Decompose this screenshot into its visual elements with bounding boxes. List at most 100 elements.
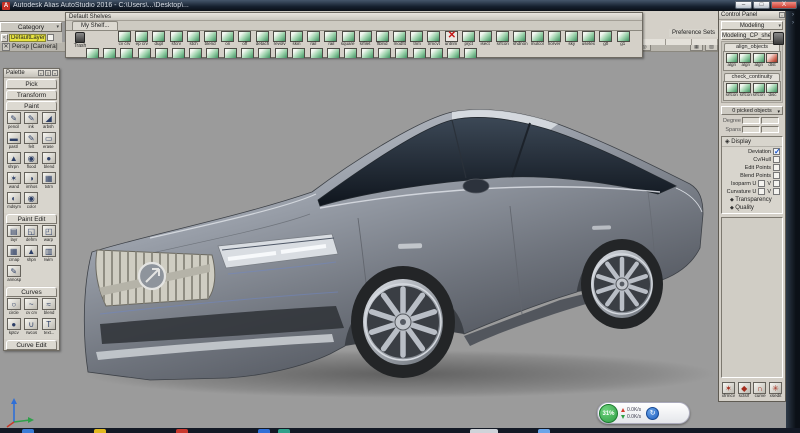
control-panel-title-bar[interactable]: Control Panel ▫ xyxy=(719,11,785,20)
shelf-tool[interactable]: g0 xyxy=(597,31,614,47)
shelf-tool[interactable]: sfcrv xyxy=(168,31,185,47)
tool-icon[interactable] xyxy=(565,31,578,42)
shelf-tool[interactable]: g1 xyxy=(614,31,631,47)
shelf-tool[interactable]: rail xyxy=(305,31,322,47)
cp-tool[interactable]: ◆ sctsrf xyxy=(737,382,752,399)
default-layer-item[interactable]: DefaultLayer xyxy=(9,34,46,42)
tool-icon[interactable] xyxy=(445,31,458,42)
tool-icon[interactable]: ○ xyxy=(7,298,21,310)
palette-tool[interactable]: T text... xyxy=(40,318,58,338)
tool-icon[interactable]: ▤ xyxy=(7,225,21,237)
palette-pin-icon[interactable]: ▪ xyxy=(38,70,44,76)
tool-icon[interactable] xyxy=(138,48,151,58)
shelf-tool[interactable] xyxy=(290,48,307,58)
taskbar-app-icon[interactable] xyxy=(22,429,34,433)
tab-transform[interactable]: Transform xyxy=(6,90,57,100)
tool-icon[interactable]: ▦ xyxy=(42,172,56,184)
cvhull-checkbox[interactable] xyxy=(773,156,780,163)
mode-select[interactable]: Modeling▾ xyxy=(721,21,783,30)
tool-icon[interactable] xyxy=(187,31,200,42)
tool-icon[interactable] xyxy=(256,31,269,42)
minimize-button[interactable]: – xyxy=(735,1,752,9)
tool-icon[interactable] xyxy=(189,48,202,58)
palette-tool[interactable]: ✎ ink xyxy=(23,112,41,132)
tool-icon[interactable] xyxy=(599,31,612,42)
tool-icon[interactable]: ∩ xyxy=(753,382,766,394)
palette-tool[interactable]: ◱ defrm xyxy=(23,225,41,245)
tool-icon[interactable] xyxy=(378,48,391,58)
palette-tool[interactable]: ▬ pastl xyxy=(5,132,23,152)
palette-tool[interactable]: ▦ cmap xyxy=(5,245,23,265)
tool-icon[interactable]: ✳ xyxy=(769,382,782,394)
shelf-tool[interactable]: shdnon xyxy=(511,31,528,47)
tool-icon[interactable]: ≈ xyxy=(42,298,56,310)
tool-icon[interactable]: ◱ xyxy=(24,225,38,237)
palette-tool[interactable]: ∪ rwcos xyxy=(23,318,41,338)
shelf-tool[interactable]: stch xyxy=(185,31,202,47)
trash-cell[interactable]: Trash xyxy=(70,32,90,49)
palette-tool[interactable]: ≈ blend xyxy=(40,298,58,318)
shelf-tool[interactable]: revolv xyxy=(271,31,288,47)
tool-icon[interactable]: ✎ xyxy=(24,112,38,124)
panel-dock-icon[interactable]: ▫ xyxy=(779,12,785,18)
shelf-tool[interactable] xyxy=(428,48,445,58)
tab-check-continuity[interactable]: check_continuity xyxy=(724,73,780,81)
curvature-u-checkbox[interactable] xyxy=(758,188,765,195)
deviation-checkbox[interactable] xyxy=(773,148,780,155)
tool-icon[interactable] xyxy=(172,48,185,58)
tool-icon[interactable] xyxy=(410,31,423,42)
shelf-tool[interactable]: mulcol xyxy=(529,31,546,47)
spans-v-field[interactable] xyxy=(761,126,779,133)
layer-visibility-checkbox[interactable] xyxy=(47,34,54,41)
shelf-tool[interactable]: sky xyxy=(563,31,580,47)
cp-tool[interactable]: srfcon xyxy=(752,83,766,98)
tool-icon[interactable] xyxy=(395,48,408,58)
tool-icon[interactable]: ● xyxy=(7,318,21,330)
palette-tool[interactable]: ◐ mdsym xyxy=(5,192,23,212)
shelf-tool[interactable] xyxy=(222,48,239,58)
shelf-tool[interactable] xyxy=(411,48,428,58)
tool-icon[interactable]: ▲ xyxy=(7,152,21,164)
cp-trash-icon[interactable] xyxy=(773,32,784,45)
tab-curves[interactable]: Curves xyxy=(6,287,57,297)
taskbar-app-icon[interactable] xyxy=(278,429,290,433)
tool-icon[interactable]: ✎ xyxy=(24,132,38,144)
tool-icon[interactable] xyxy=(292,48,305,58)
tool-icon[interactable]: ~ xyxy=(24,298,38,310)
shelf-tool[interactable]: ep crv xyxy=(133,31,150,47)
palette-menu-icon[interactable]: ≡ xyxy=(45,70,51,76)
tool-icon[interactable] xyxy=(152,31,165,42)
tool-icon[interactable] xyxy=(170,31,183,42)
viewport-3d[interactable] xyxy=(0,22,718,428)
tool-icon[interactable]: ◢ xyxy=(42,112,56,124)
palette-tool[interactable]: ▲ shpn xyxy=(23,245,41,265)
tool-icon[interactable] xyxy=(342,31,355,42)
taskbar-app-icon[interactable] xyxy=(538,429,550,433)
cp-tool[interactable]: disc xyxy=(766,83,779,98)
tool-icon[interactable]: ◰ xyxy=(42,225,56,237)
tool-icon[interactable]: ◆ xyxy=(738,382,751,394)
shelf-tool[interactable]: trim xyxy=(408,31,425,47)
tool-icon[interactable]: ▭ xyxy=(42,132,56,144)
palette-tool[interactable]: ● kptcv xyxy=(5,318,23,338)
tool-icon[interactable]: ◉ xyxy=(24,192,38,204)
shelves-title[interactable]: Default Shelves xyxy=(66,13,642,21)
palette-tool[interactable]: ~ cv crv xyxy=(23,298,41,318)
network-gauge-widget[interactable]: 31% 0.0K/s 0.0K/s ↻ xyxy=(597,402,690,424)
palette-tool[interactable]: ✎ pencil xyxy=(5,112,23,132)
tool-icon[interactable]: ✎ xyxy=(7,265,21,277)
blend-points-checkbox[interactable] xyxy=(773,172,780,179)
cp-tool[interactable]: ✶ xfrmcv xyxy=(721,382,736,399)
shelf-tool[interactable]: prjct xyxy=(460,31,477,47)
tool-icon[interactable] xyxy=(327,48,340,58)
tool-icon[interactable]: ● xyxy=(42,152,56,164)
taskbar-app-icon[interactable] xyxy=(470,429,498,433)
shelf-tool[interactable] xyxy=(393,48,410,58)
shelf-tool[interactable]: off xyxy=(236,31,253,47)
tool-icon[interactable] xyxy=(447,48,460,58)
tab-align-objects[interactable]: align_objects xyxy=(724,43,780,51)
shelf-tool[interactable]: srfilet xyxy=(357,31,374,47)
tool-icon[interactable]: ✶ xyxy=(722,382,735,394)
tab-my-shelf[interactable]: My Shelf... xyxy=(72,21,118,30)
palette-tool[interactable]: ▦ txtrn xyxy=(40,172,58,192)
